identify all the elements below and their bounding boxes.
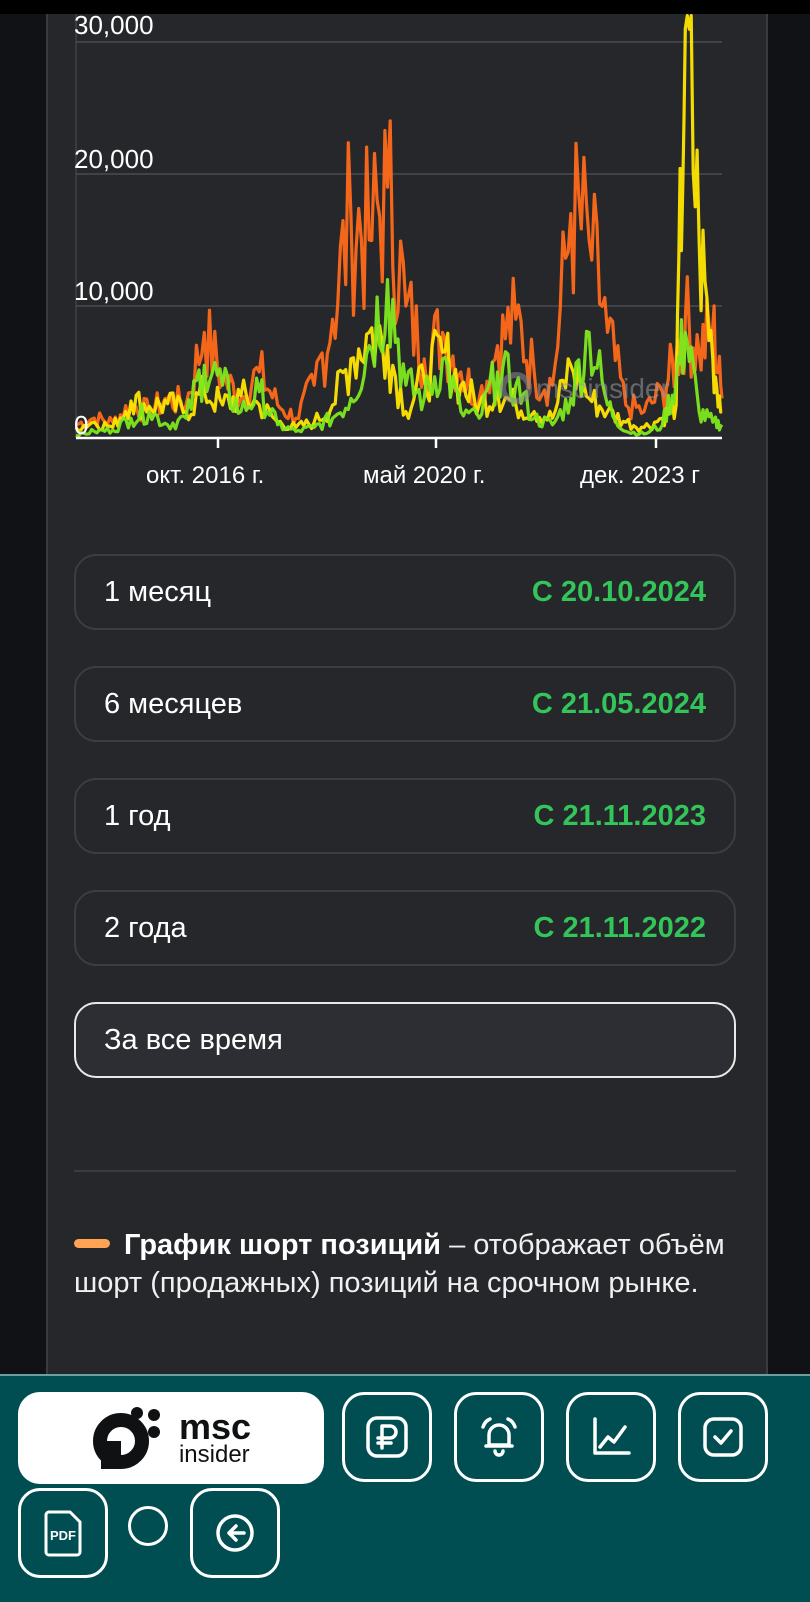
- period-1-month[interactable]: 1 месяц С 20.10.2024: [74, 554, 736, 630]
- home-logo-button[interactable]: msc insider: [18, 1392, 324, 1484]
- x-tick-label: май 2020 г.: [363, 462, 486, 489]
- x-tick-label: дек. 2023 г: [580, 462, 700, 489]
- checkbox-icon: [703, 1417, 743, 1457]
- period-label: За все время: [104, 1023, 283, 1056]
- y-tick-label: 30,000: [74, 10, 154, 40]
- period-label: 1 месяц: [104, 575, 212, 608]
- legend-title: График шорт позиций: [124, 1229, 442, 1261]
- notifications-button[interactable]: [454, 1392, 544, 1482]
- alarm-bell-icon: [481, 1417, 517, 1457]
- legend-swatch: [74, 1238, 110, 1248]
- period-date: С 21.11.2022: [533, 911, 706, 944]
- period-date: С 21.11.2023: [533, 799, 706, 832]
- period-date: С 20.10.2024: [531, 575, 706, 608]
- y-tick-label: 20,000: [74, 144, 154, 174]
- period-all-time[interactable]: За все время: [74, 1002, 736, 1078]
- pdf-file-icon: PDF: [44, 1510, 82, 1557]
- circle-toggle-button[interactable]: [128, 1506, 168, 1546]
- period-label: 6 месяцев: [104, 687, 243, 720]
- chart-button[interactable]: [566, 1392, 656, 1482]
- logo-wordmark: msc insider: [179, 1409, 251, 1467]
- bottom-navigation: msc insider PDF: [0, 1374, 810, 1602]
- watermark-text: mscinsider: [536, 373, 670, 404]
- logo-line-2: insider: [178, 1441, 250, 1468]
- short-positions-chart: mscinsider: [74, 14, 724, 448]
- legend-description: График шорт позиций – отображает объём ш…: [74, 1226, 736, 1302]
- ruble-button[interactable]: [342, 1392, 432, 1482]
- period-date: С 21.05.2024: [531, 687, 706, 720]
- y-tick-label: 0: [74, 410, 89, 440]
- y-tick-label: 10,000: [74, 276, 154, 306]
- divider: [74, 1170, 736, 1172]
- pdf-button[interactable]: PDF: [18, 1488, 108, 1578]
- exit-icon: [216, 1514, 254, 1552]
- logo-line-1: msc: [178, 1406, 252, 1447]
- period-label: 2 года: [104, 911, 187, 944]
- ruble-icon: [366, 1416, 408, 1458]
- pdf-label: PDF: [50, 1528, 76, 1543]
- line-chart-icon: [593, 1417, 631, 1455]
- msc-logo-icon: [92, 1407, 160, 1469]
- period-1-year[interactable]: 1 год С 21.11.2023: [74, 778, 736, 854]
- x-tick-label: окт. 2016 г.: [146, 462, 265, 489]
- logout-button[interactable]: [190, 1488, 280, 1578]
- period-2-years[interactable]: 2 года С 21.11.2022: [74, 890, 736, 966]
- checklist-button[interactable]: [678, 1392, 768, 1482]
- period-6-months[interactable]: 6 месяцев С 21.05.2024: [74, 666, 736, 742]
- period-label: 1 год: [104, 799, 171, 832]
